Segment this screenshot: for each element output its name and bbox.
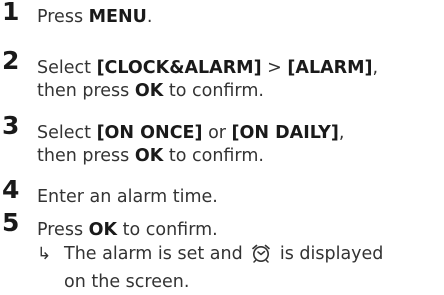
step-number: 3 (2, 111, 20, 140)
menu-option-label: [ALARM] (287, 58, 373, 78)
ok-key-label: OK (134, 81, 164, 101)
text-segment: The alarm is set and (64, 244, 243, 264)
step-text-line-2: then press OK to confirm. (37, 80, 264, 102)
menu-key-label: MENU (88, 7, 147, 27)
ok-key-label: OK (88, 220, 118, 240)
ok-key-label: OK (134, 146, 164, 166)
alarm-clock-icon (250, 243, 272, 269)
text-segment: Select (37, 123, 97, 143)
text-segment: Select (37, 58, 97, 78)
step-number: 4 (2, 175, 20, 204)
text-segment: to confirm. (163, 146, 264, 166)
menu-option-label: [CLOCK&ALARM] (96, 58, 262, 78)
text-segment: Press (37, 7, 89, 27)
text-segment: . (146, 7, 153, 27)
text-segment: then press (37, 146, 135, 166)
step-number: 5 (2, 208, 20, 237)
text-segment: , (372, 58, 379, 78)
result-text-line-2: on the screen. (64, 272, 190, 292)
menu-option-label: [ON DAILY] (231, 123, 339, 143)
text-segment: , (338, 123, 345, 143)
text-segment: Press (37, 220, 89, 240)
text-segment: then press (37, 81, 135, 101)
text-segment: to confirm. (117, 220, 218, 240)
result-text-line-1: The alarm is set and is displayed (64, 243, 383, 269)
result-arrow-icon: ↳ (37, 244, 52, 264)
step-text: Press MENU. (37, 6, 152, 28)
step-number: 1 (2, 0, 20, 26)
step-text: Press OK to confirm. (37, 219, 218, 241)
text-segment: > (261, 58, 288, 78)
step-text-line-2: then press OK to confirm. (37, 145, 264, 167)
step-text: Enter an alarm time. (37, 187, 218, 207)
text-segment: is displayed (279, 244, 384, 264)
step-text-line-1: Select [CLOCK&ALARM] > [ALARM], (37, 57, 378, 79)
text-segment: or (202, 123, 232, 143)
step-number: 2 (2, 46, 20, 75)
text-segment: to confirm. (163, 81, 264, 101)
step-text-line-1: Select [ON ONCE] or [ON DAILY], (37, 122, 344, 144)
menu-option-label: [ON ONCE] (96, 123, 203, 143)
